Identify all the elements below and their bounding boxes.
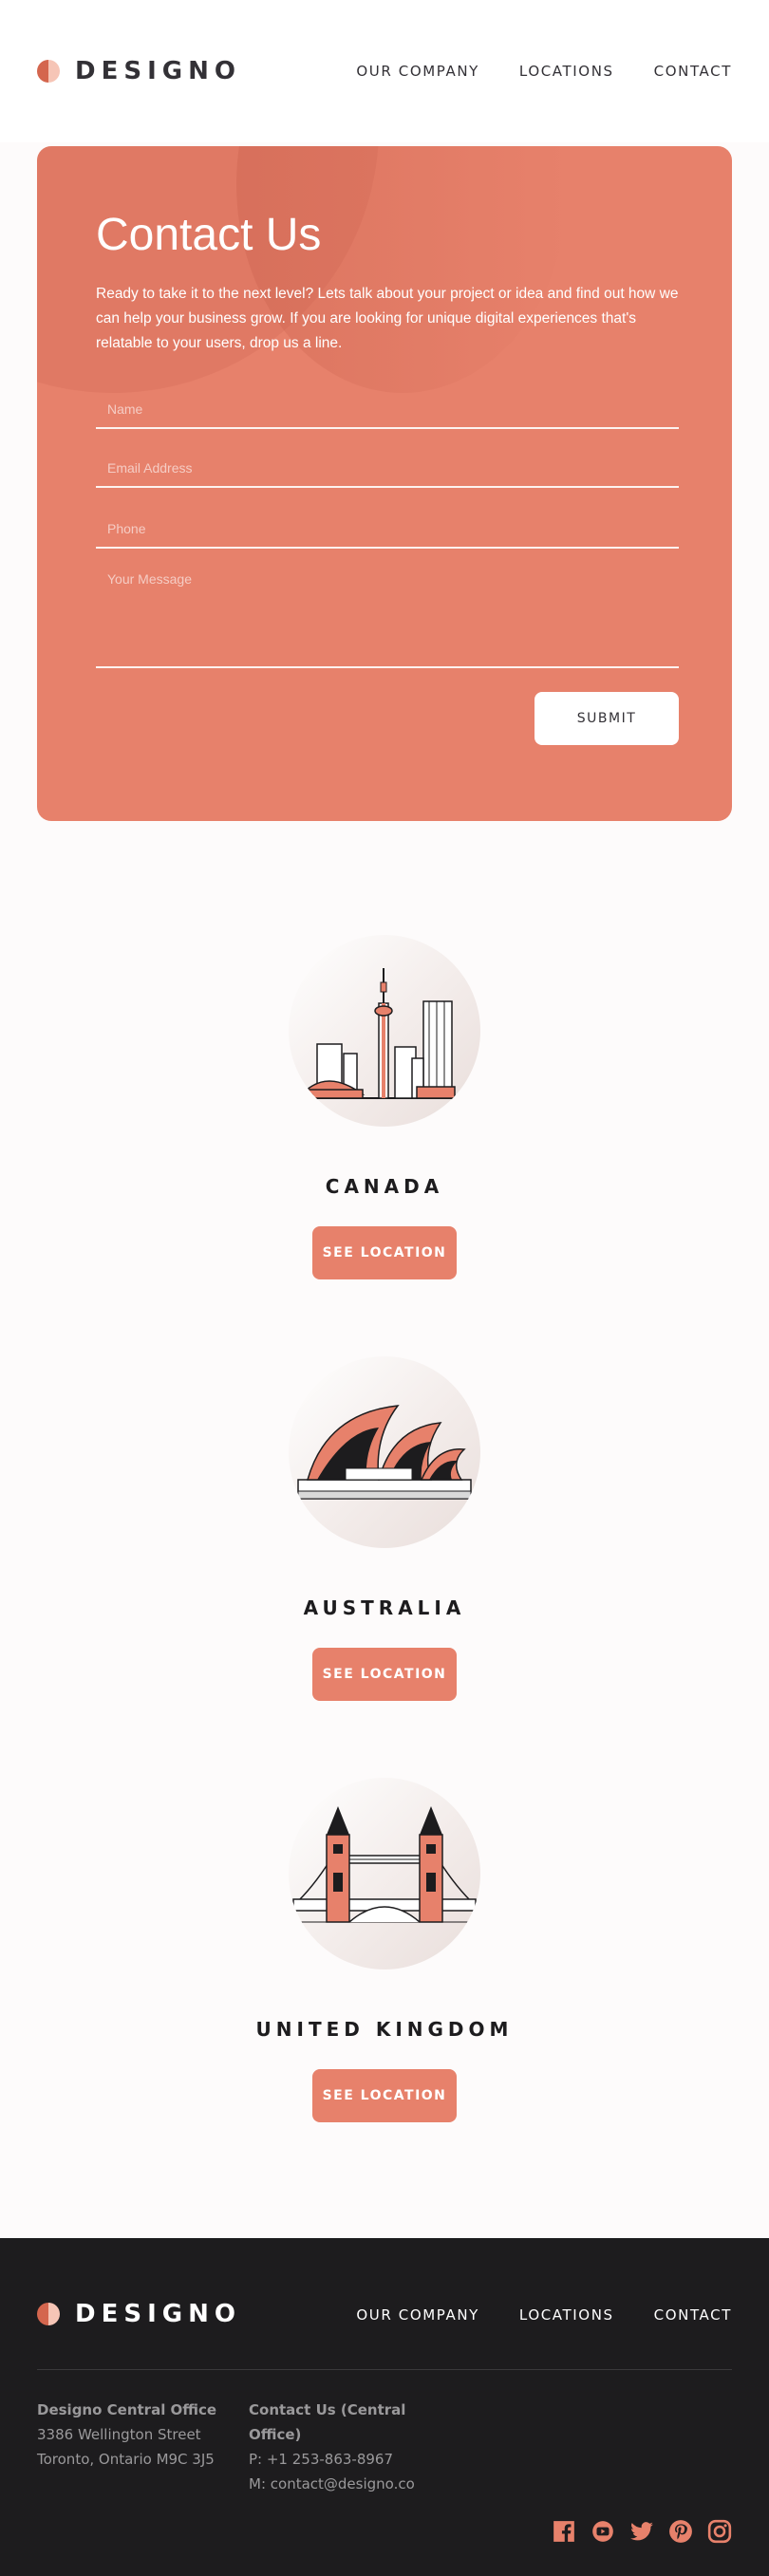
see-location-button[interactable]: SEE LOCATION: [312, 2069, 457, 2122]
youtube-icon[interactable]: [591, 2519, 615, 2544]
logo[interactable]: DESIGNO: [37, 57, 241, 85]
email-field[interactable]: [96, 450, 679, 488]
footer-nav-contact[interactable]: CONTACT: [654, 2306, 732, 2324]
contact-heading: Contact Us (Central Office): [249, 2401, 406, 2443]
card-background-circle: [236, 146, 569, 393]
site-header: DESIGNO OUR COMPANY LOCATIONS CONTACT: [0, 0, 769, 142]
office-heading: Designo Central Office: [37, 2401, 217, 2418]
see-location-button[interactable]: SEE LOCATION: [312, 1648, 457, 1701]
location-name: UNITED KINGDOM: [255, 2018, 514, 2041]
facebook-icon[interactable]: [552, 2519, 576, 2544]
toronto-skyline-icon: [289, 935, 480, 1127]
office-street: 3386 Wellington Street: [37, 2426, 201, 2443]
nav-contact[interactable]: CONTACT: [654, 63, 732, 80]
message-field[interactable]: [96, 571, 679, 668]
site-footer: DESIGNO OUR COMPANY LOCATIONS CONTACT De…: [0, 2238, 769, 2576]
see-location-button[interactable]: SEE LOCATION: [312, 1226, 457, 1279]
location-name: CANADA: [325, 1175, 444, 1198]
central-office-contact: Contact Us (Central Office) P: +1 253-86…: [249, 2398, 439, 2496]
name-field[interactable]: [96, 391, 679, 429]
phone-field[interactable]: [96, 511, 679, 549]
logo-mark-icon: [37, 2303, 60, 2325]
footer-nav-our-company[interactable]: OUR COMPANY: [356, 2306, 479, 2324]
office-email: M: contact@designo.co: [249, 2475, 415, 2492]
logo-text: DESIGNO: [75, 57, 241, 85]
logo-text: DESIGNO: [75, 2300, 241, 2328]
nav-locations[interactable]: LOCATIONS: [519, 63, 614, 80]
footer-nav: OUR COMPANY LOCATIONS CONTACT: [356, 2306, 732, 2324]
office-city: Toronto, Ontario M9C 3J5: [37, 2451, 215, 2468]
main-nav: OUR COMPANY LOCATIONS CONTACT: [356, 63, 732, 80]
nav-our-company[interactable]: OUR COMPANY: [356, 63, 479, 80]
footer-logo[interactable]: DESIGNO: [37, 2300, 241, 2328]
office-phone: P: +1 253-863-8967: [249, 2451, 394, 2468]
footer-nav-locations[interactable]: LOCATIONS: [519, 2306, 614, 2324]
twitter-icon[interactable]: [629, 2519, 654, 2544]
footer-divider: [37, 2369, 732, 2370]
logo-mark-icon: [37, 60, 60, 83]
central-office-address: Designo Central Office 3386 Wellington S…: [37, 2398, 236, 2472]
location-name: AUSTRALIA: [303, 1596, 466, 1619]
contact-card: Contact Us Ready to take it to the next …: [37, 146, 732, 821]
location-united-kingdom: UNITED KINGDOM SEE LOCATION: [0, 1778, 769, 2138]
tower-bridge-icon: [289, 1778, 480, 1969]
location-canada: CANADA SEE LOCATION: [0, 935, 769, 1296]
location-australia: AUSTRALIA SEE LOCATION: [0, 1356, 769, 1717]
sydney-opera-house-icon: [289, 1356, 480, 1548]
social-links: [552, 2519, 732, 2544]
pinterest-icon[interactable]: [668, 2519, 693, 2544]
contact-title: Contact Us: [96, 210, 322, 260]
instagram-icon[interactable]: [707, 2519, 732, 2544]
contact-description: Ready to take it to the next level? Lets…: [96, 286, 679, 351]
submit-button[interactable]: SUBMIT: [535, 692, 679, 745]
